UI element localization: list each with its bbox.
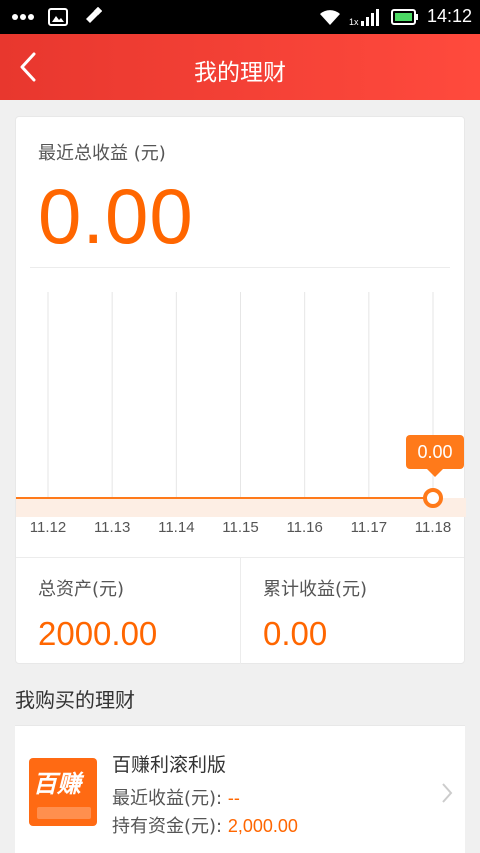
x-tick-label: 11.18 <box>414 519 452 536</box>
x-tick-label: 11.16 <box>286 519 323 536</box>
product-recent-label: 最近收益(元): <box>112 788 228 809</box>
product-recent-earnings: 最近收益(元): -- <box>112 784 240 810</box>
tooltip-arrow <box>426 468 444 477</box>
product-logo-band <box>37 807 91 819</box>
total-assets[interactable]: 总资产(元) 2000.00 <box>38 575 157 653</box>
clock: 14:12 <box>426 6 472 26</box>
recent-earnings-label: 最近总收益 (元) <box>38 143 166 164</box>
product-logo: 百赚 <box>29 758 97 826</box>
product-holding-value: 2,000.00 <box>227 816 298 836</box>
data-point[interactable] <box>423 488 443 508</box>
product-name: 百赚利滚利版 <box>112 754 227 776</box>
signal-icon: 1x <box>349 7 383 27</box>
x-tick-label: 11.15 <box>222 519 259 536</box>
product-holding: 持有资金(元): 2,000.00 <box>112 812 298 838</box>
x-tick-label: 11.12 <box>29 519 67 536</box>
chart-tooltip: 0.00 <box>406 435 464 469</box>
cumulative-earnings-label: 累计收益(元) <box>263 579 368 600</box>
page-title: 我的理财 <box>194 60 286 86</box>
chevron-right-icon <box>442 783 453 803</box>
product-recent-value: -- <box>227 788 240 808</box>
section-title: 我购买的理财 <box>15 688 135 712</box>
recent-earnings-value: 0.00 <box>38 172 194 260</box>
more-dots-icon <box>12 13 34 21</box>
svg-text:1x: 1x <box>349 17 359 27</box>
chart-svg <box>16 292 466 517</box>
product-logo-text: 百赚 <box>33 769 81 798</box>
series-area <box>16 498 466 517</box>
divider <box>30 267 450 268</box>
usb-icon <box>82 7 102 27</box>
product-holding-label: 持有资金(元): <box>112 816 228 837</box>
total-assets-value: 2000.00 <box>38 615 158 652</box>
title-bar: 我的理财 <box>0 34 480 100</box>
earnings-card: 最近总收益 (元) 0.00 11.12 11.13 11.14 11.15 11.16… <box>15 116 466 664</box>
product-item[interactable]: 百赚 百赚利滚利版 最近收益(元): -- 持有资金(元): 2,000.00 <box>15 725 465 853</box>
wifi-icon <box>319 8 341 26</box>
gallery-icon <box>48 8 68 26</box>
divider <box>240 558 241 664</box>
earnings-chart[interactable]: 11.12 11.13 11.14 11.15 11.16 11.17 11.18 <box>16 287 466 557</box>
status-bar: 1x 14:12 <box>0 0 480 34</box>
total-assets-label: 总资产(元) <box>38 579 125 600</box>
battery-icon <box>390 8 419 25</box>
x-tick-label: 11.17 <box>350 519 388 536</box>
cumulative-earnings-value: 0.00 <box>263 615 328 652</box>
x-tick-label: 11.14 <box>158 519 195 536</box>
cumulative-earnings[interactable]: 累计收益(元) 0.00 <box>263 575 367 653</box>
x-tick-label: 11.13 <box>93 519 131 536</box>
